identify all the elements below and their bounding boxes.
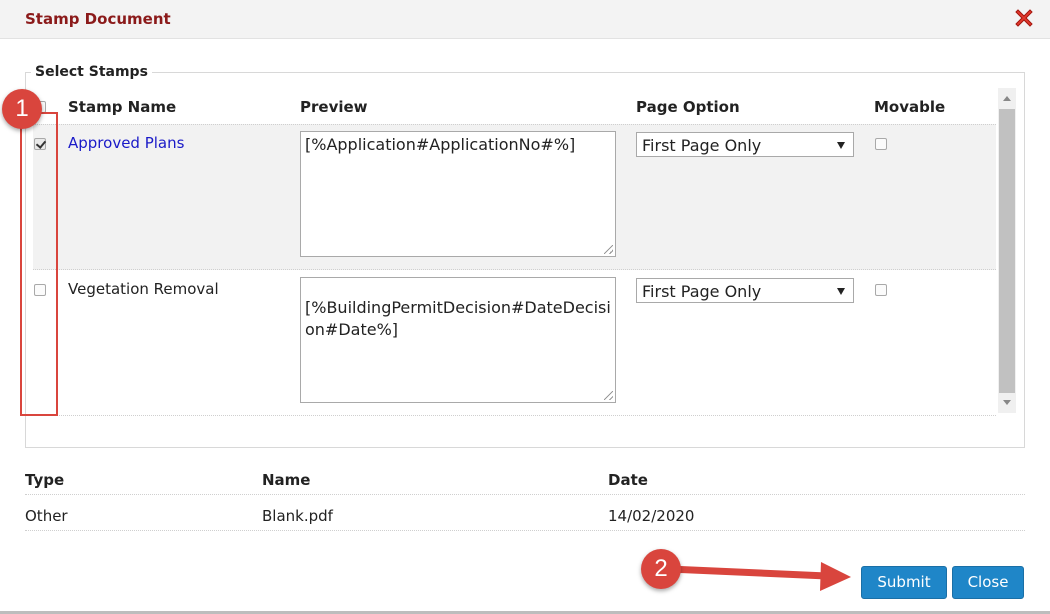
scroll-down-icon[interactable] — [1003, 400, 1011, 405]
stamp-preview-textarea[interactable]: [%Application#ApplicationNo#%] — [300, 131, 616, 257]
annotation-badge-1: 1 — [2, 89, 42, 129]
page-option-select[interactable]: First Page Only — [636, 278, 854, 303]
column-header-movable: Movable — [874, 98, 946, 116]
movable-checkbox[interactable] — [875, 284, 887, 296]
doc-cell-date: 14/02/2020 — [608, 507, 695, 525]
doc-header-name: Name — [262, 471, 311, 489]
chevron-down-icon — [837, 288, 845, 295]
close-x-icon[interactable] — [1012, 6, 1036, 30]
annotation-arrow-icon — [665, 562, 851, 591]
stamp-name-link[interactable]: Approved Plans — [68, 134, 184, 152]
doc-header-divider — [25, 494, 1025, 495]
page-option-select[interactable]: First Page Only — [636, 132, 854, 157]
page-option-value: First Page Only — [642, 136, 762, 155]
stamp-preview-text: [%BuildingPermitDecision#DateDecision#Da… — [305, 298, 611, 339]
row-divider — [33, 269, 996, 270]
dialog-title: Stamp Document — [25, 10, 171, 28]
doc-header-type: Type — [25, 471, 65, 489]
page-option-value: First Page Only — [642, 282, 762, 301]
resize-grip-icon[interactable] — [604, 391, 613, 400]
stamps-scrollbar[interactable] — [998, 88, 1016, 413]
column-header-stamp-name: Stamp Name — [68, 98, 177, 116]
submit-button[interactable]: Submit — [861, 566, 947, 599]
doc-cell-type: Other — [25, 507, 68, 525]
doc-row-divider — [25, 530, 1025, 531]
select-stamps-legend: Select Stamps — [31, 64, 152, 80]
stamp-preview-textarea[interactable]: [%BuildingPermitDecision#DateDecision#Da… — [300, 277, 616, 403]
doc-cell-name: Blank.pdf — [262, 507, 333, 525]
stamp-preview-text: [%Application#ApplicationNo#%] — [305, 135, 576, 154]
scroll-up-icon[interactable] — [1003, 96, 1011, 101]
stamp-name-label: Vegetation Removal — [68, 280, 219, 298]
doc-header-date: Date — [608, 471, 648, 489]
column-header-page-option: Page Option — [636, 98, 740, 116]
scrollbar-thumb[interactable] — [999, 109, 1015, 393]
annotation-highlight-box — [20, 112, 58, 416]
chevron-down-icon — [837, 142, 845, 149]
resize-grip-icon[interactable] — [604, 245, 613, 254]
dialog-titlebar: Stamp Document — [0, 0, 1050, 39]
annotation-badge-2: 2 — [641, 549, 681, 589]
movable-checkbox[interactable] — [875, 138, 887, 150]
close-button[interactable]: Close — [952, 566, 1024, 599]
column-header-preview: Preview — [300, 98, 368, 116]
row-divider — [33, 415, 996, 416]
